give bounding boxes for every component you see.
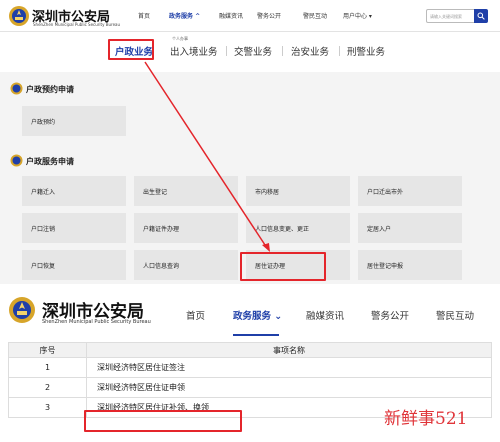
annotation-arrow: [144, 61, 270, 252]
row-item-name[interactable]: 深圳经济特区居住证签注: [86, 357, 492, 378]
watermark-text: 新鲜事521: [384, 409, 468, 429]
highlight-box-replacement: [84, 410, 242, 432]
nav-media-news[interactable]: 融媒资讯: [306, 308, 344, 322]
row-index: 2: [8, 377, 87, 398]
nav-police-interaction[interactable]: 警民互动: [436, 308, 474, 322]
col-header-index: 序号: [8, 342, 87, 358]
police-badge-logo-icon: [9, 297, 35, 323]
table-row[interactable]: 1 深圳经济特区居住证签注: [8, 357, 492, 378]
row-item-name[interactable]: 深圳经济特区居住证申领: [86, 377, 492, 398]
table-row[interactable]: 2 深圳经济特区居住证申领: [8, 377, 492, 398]
active-nav-underline: [233, 334, 279, 336]
table-header-row: 序号 事项名称: [8, 342, 492, 358]
row-index: 1: [8, 357, 87, 378]
site-title-en: ShenZhen Municipal Public Security Burea…: [42, 319, 151, 325]
nav-gov-services[interactable]: 政务服务 ⌄: [233, 308, 282, 322]
nav-police-affairs[interactable]: 警务公开: [371, 308, 409, 322]
row-index: 3: [8, 397, 87, 418]
col-header-item-name: 事项名称: [86, 342, 492, 358]
nav-home[interactable]: 首页: [186, 308, 205, 322]
